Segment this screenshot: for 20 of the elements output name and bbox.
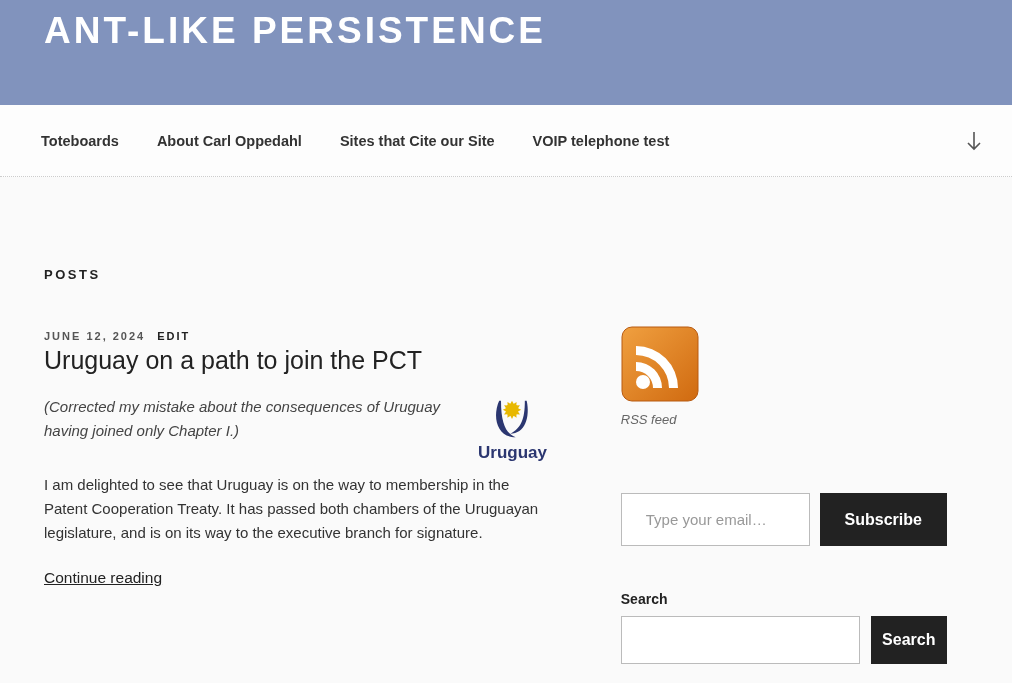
post-body: I am delighted to see that Uruguay is on the way to membership in the Patent Cooperation Treaty. It has passed both chambers of the Uruguayan legislature, and is on its way to the executive branch for signature. (44, 475, 540, 543)
continue-reading-link[interactable]: Continue reading (44, 569, 163, 587)
search-label: Search (620, 591, 669, 607)
subscribe-button[interactable]: Subscribe (819, 493, 947, 546)
search-button[interactable]: Search (870, 616, 947, 664)
nav-link[interactable]: VOIP telephone test (532, 132, 670, 149)
rss-feed-icon[interactable] (620, 326, 699, 402)
rss-caption: RSS feed (620, 412, 678, 427)
email-field[interactable]: Type your email… (620, 493, 810, 546)
post-note: (Corrected my mistake about the consequences of Uruguay having joined only Chapter I.) (44, 397, 442, 441)
search-field[interactable] (620, 616, 860, 664)
section-title: POSTS (44, 267, 102, 282)
arrow-down-icon[interactable] (966, 130, 982, 151)
nav-link[interactable]: About Carl Oppedahl (156, 132, 302, 149)
post-date[interactable]: JUNE 12, 2024 (44, 330, 146, 342)
post-title[interactable]: Uruguay on a path to join the PCT (44, 346, 553, 375)
edit-link[interactable]: EDIT (157, 330, 191, 342)
uruguay-logo: Uruguay (478, 397, 547, 467)
nav-link[interactable]: Toteboards (41, 132, 119, 149)
nav-link[interactable]: Sites that Cite our Site (339, 132, 495, 149)
